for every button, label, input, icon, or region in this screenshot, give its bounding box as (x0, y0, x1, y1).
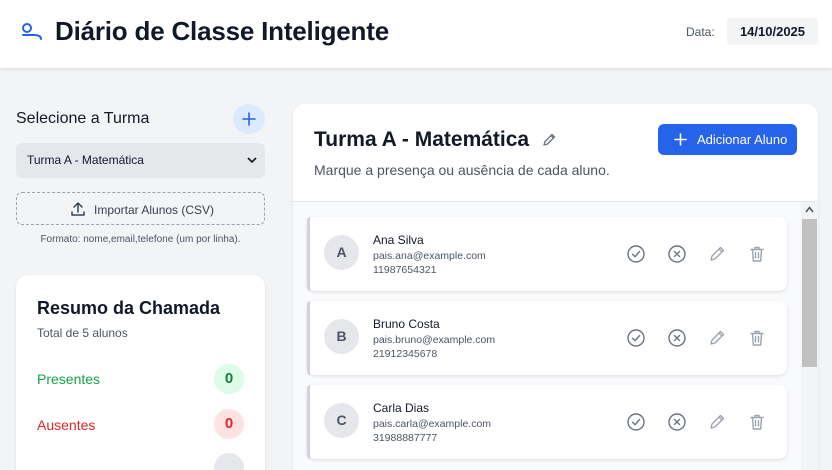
import-students-button[interactable]: Importar Alunos (CSV) (16, 192, 265, 225)
student-name: Bruno Costa (373, 317, 440, 331)
student-row: B Bruno Costa pais.bruno@example.com 219… (307, 301, 787, 375)
avatar: C (324, 403, 359, 438)
upload-icon (71, 202, 85, 216)
class-subtitle: Marque a presença ou ausência de cada al… (314, 162, 610, 178)
pending-count-badge (214, 453, 244, 470)
pencil-icon[interactable] (541, 132, 557, 148)
student-phone: 11987654321 (373, 264, 437, 276)
class-panel-header: Turma A - Matemática Marque a presença o… (293, 104, 818, 202)
check-circle-icon[interactable] (626, 328, 646, 348)
plus-icon (674, 133, 687, 146)
app-header: Diário de Classe Inteligente Data: 14/10… (0, 0, 832, 68)
scrollbar-thumb[interactable] (802, 219, 817, 367)
key-icon (22, 23, 42, 40)
import-label: Importar Alunos (CSV) (94, 203, 215, 217)
pencil-icon[interactable] (707, 328, 727, 348)
student-email: pais.carla@example.com (373, 418, 492, 430)
class-title: Turma A - Matemática (314, 128, 530, 151)
add-class-button[interactable] (233, 104, 265, 134)
class-panel: Turma A - Matemática Marque a presença o… (293, 104, 818, 470)
select-class-label: Selecione a Turma (16, 110, 150, 127)
student-name: Carla Dias (373, 401, 430, 415)
x-circle-icon[interactable] (667, 244, 687, 264)
date-label: Data: (686, 25, 715, 39)
summary-subtitle: Total de 5 alunos (37, 326, 128, 340)
trash-icon[interactable] (747, 244, 767, 264)
absent-label: Ausentes (37, 417, 96, 433)
pencil-icon[interactable] (707, 412, 727, 432)
pencil-icon[interactable] (707, 244, 727, 264)
student-email: pais.ana@example.com (373, 250, 486, 262)
trash-icon[interactable] (747, 412, 767, 432)
summary-title: Resumo da Chamada (37, 298, 221, 318)
app-title: Diário de Classe Inteligente (55, 16, 389, 46)
trash-icon[interactable] (747, 328, 767, 348)
student-name: Ana Silva (373, 233, 424, 247)
scroll-up-arrow-icon[interactable] (805, 206, 814, 213)
student-row: C Carla Dias pais.carla@example.com 3198… (307, 385, 787, 459)
present-count-badge: 0 (214, 364, 244, 394)
plus-icon (242, 112, 256, 126)
class-select-value: Turma A - Matemática (27, 153, 144, 167)
attendance-summary-card: Resumo da Chamada Total de 5 alunos Pres… (16, 275, 265, 470)
avatar: B (324, 319, 359, 354)
check-circle-icon[interactable] (626, 244, 646, 264)
avatar: A (324, 235, 359, 270)
present-label: Presentes (37, 371, 101, 387)
absent-count-badge: 0 (214, 409, 244, 439)
date-input[interactable]: 14/10/2025 (727, 18, 818, 45)
check-circle-icon[interactable] (626, 412, 646, 432)
add-student-label: Adicionar Aluno (697, 132, 788, 147)
add-student-button[interactable]: Adicionar Aluno (658, 124, 797, 155)
format-hint: Formato: nome,email,telefone (um por lin… (40, 234, 241, 245)
student-email: pais.bruno@example.com (373, 334, 496, 346)
student-phone: 31988887777 (373, 432, 438, 444)
chevron-down-icon (247, 157, 257, 164)
scrollbar[interactable] (801, 202, 818, 470)
student-phone: 21912345678 (373, 348, 438, 360)
x-circle-icon[interactable] (667, 328, 687, 348)
x-circle-icon[interactable] (667, 412, 687, 432)
student-list: A Ana Silva pais.ana@example.com 1198765… (293, 202, 818, 470)
class-select[interactable]: Turma A - Matemática (16, 143, 265, 178)
student-row: A Ana Silva pais.ana@example.com 1198765… (307, 217, 787, 291)
